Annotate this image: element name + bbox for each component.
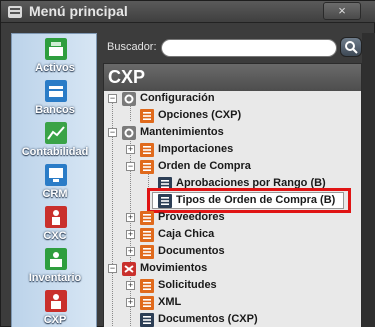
- search-icon: [345, 41, 358, 54]
- cash-register-icon: [45, 38, 67, 60]
- expand-toggle[interactable]: +: [126, 281, 135, 290]
- tree-node-label: Opciones (CXP): [158, 109, 242, 121]
- move-icon: [122, 262, 136, 276]
- tree-node-label: Caja Chica: [158, 228, 215, 240]
- rail-item-bancos[interactable]: Bancos: [12, 80, 98, 120]
- rail-item-crm[interactable]: CRM: [12, 164, 98, 204]
- cxc-icon: [45, 206, 67, 228]
- module-rail: Activos Bancos Contabilidad CRM CXC Inve…: [11, 33, 97, 327]
- tree-node-label: Mantenimientos: [140, 126, 224, 138]
- search-label: Buscador:: [107, 41, 157, 53]
- list-icon: [140, 211, 154, 225]
- expand-toggle[interactable]: +: [126, 298, 135, 307]
- tree-node-label: Documentos: [158, 245, 225, 257]
- rail-item-inventario[interactable]: Inventario: [12, 248, 98, 288]
- vertical-scrollbar[interactable]: [362, 33, 375, 327]
- collapse-toggle[interactable]: −: [108, 264, 117, 273]
- rail-item-cxc[interactable]: CXC: [12, 206, 98, 246]
- tree-line: [130, 105, 131, 121]
- chart-icon: [45, 122, 67, 144]
- rail-item-contabilidad[interactable]: Contabilidad: [12, 122, 98, 162]
- window-title: Menú principal: [29, 3, 128, 19]
- main-menu-window: Menú principal × Activos Bancos Contabil…: [0, 0, 375, 327]
- rail-label: CXC: [43, 230, 67, 242]
- list-icon: [140, 245, 154, 259]
- expand-toggle[interactable]: +: [126, 230, 135, 239]
- cxp-icon: [45, 290, 67, 312]
- expand-toggle[interactable]: +: [126, 247, 135, 256]
- search-button[interactable]: [340, 37, 362, 57]
- list-icon: [140, 279, 154, 293]
- list-icon: [140, 143, 154, 157]
- crm-icon: [45, 164, 67, 186]
- tree-node-label: Documentos (CXP): [158, 313, 258, 325]
- list-icon: [140, 160, 154, 174]
- expand-toggle[interactable]: +: [126, 213, 135, 222]
- collapse-toggle[interactable]: −: [108, 128, 117, 137]
- tree-node-label: Orden de Compra: [158, 160, 251, 172]
- tree-node-label: Importaciones: [158, 143, 234, 155]
- inventory-icon: [45, 248, 67, 270]
- search-input[interactable]: [161, 39, 337, 57]
- bank-icon: [45, 80, 67, 102]
- list-icon: [140, 109, 154, 123]
- tree-node-label: XML: [158, 296, 182, 308]
- rail-item-activos[interactable]: Activos: [12, 38, 98, 78]
- rail-label: CXP: [43, 314, 67, 326]
- tree-node-label: Configuración: [140, 92, 215, 104]
- rail-label: CRM: [42, 188, 68, 200]
- gear-icon: [122, 92, 136, 106]
- panel-heading: CXP: [108, 67, 146, 87]
- rail-label: Activos: [35, 62, 75, 74]
- rail-item-cxp[interactable]: CXP: [12, 290, 98, 327]
- collapse-toggle[interactable]: −: [126, 162, 135, 171]
- tree-node-label: Proveedores: [158, 211, 225, 223]
- title-bar[interactable]: Menú principal ×: [1, 1, 375, 23]
- highlight-box: [147, 188, 351, 213]
- app-icon: [8, 6, 22, 18]
- rail-label: Inventario: [28, 272, 82, 284]
- close-button[interactable]: ×: [323, 2, 361, 20]
- expand-toggle[interactable]: +: [126, 145, 135, 154]
- rail-label: Bancos: [35, 104, 75, 116]
- list-icon: [140, 228, 154, 242]
- list-icon: [140, 313, 154, 327]
- gear-icon: [122, 126, 136, 140]
- list-icon: [140, 296, 154, 310]
- tree-node-label: Movimientos: [140, 262, 208, 274]
- panel-header: CXP: [103, 63, 362, 91]
- collapse-toggle[interactable]: −: [108, 94, 117, 103]
- rail-label: Contabilidad: [21, 146, 89, 158]
- tree-node-label: Solicitudes: [158, 279, 217, 291]
